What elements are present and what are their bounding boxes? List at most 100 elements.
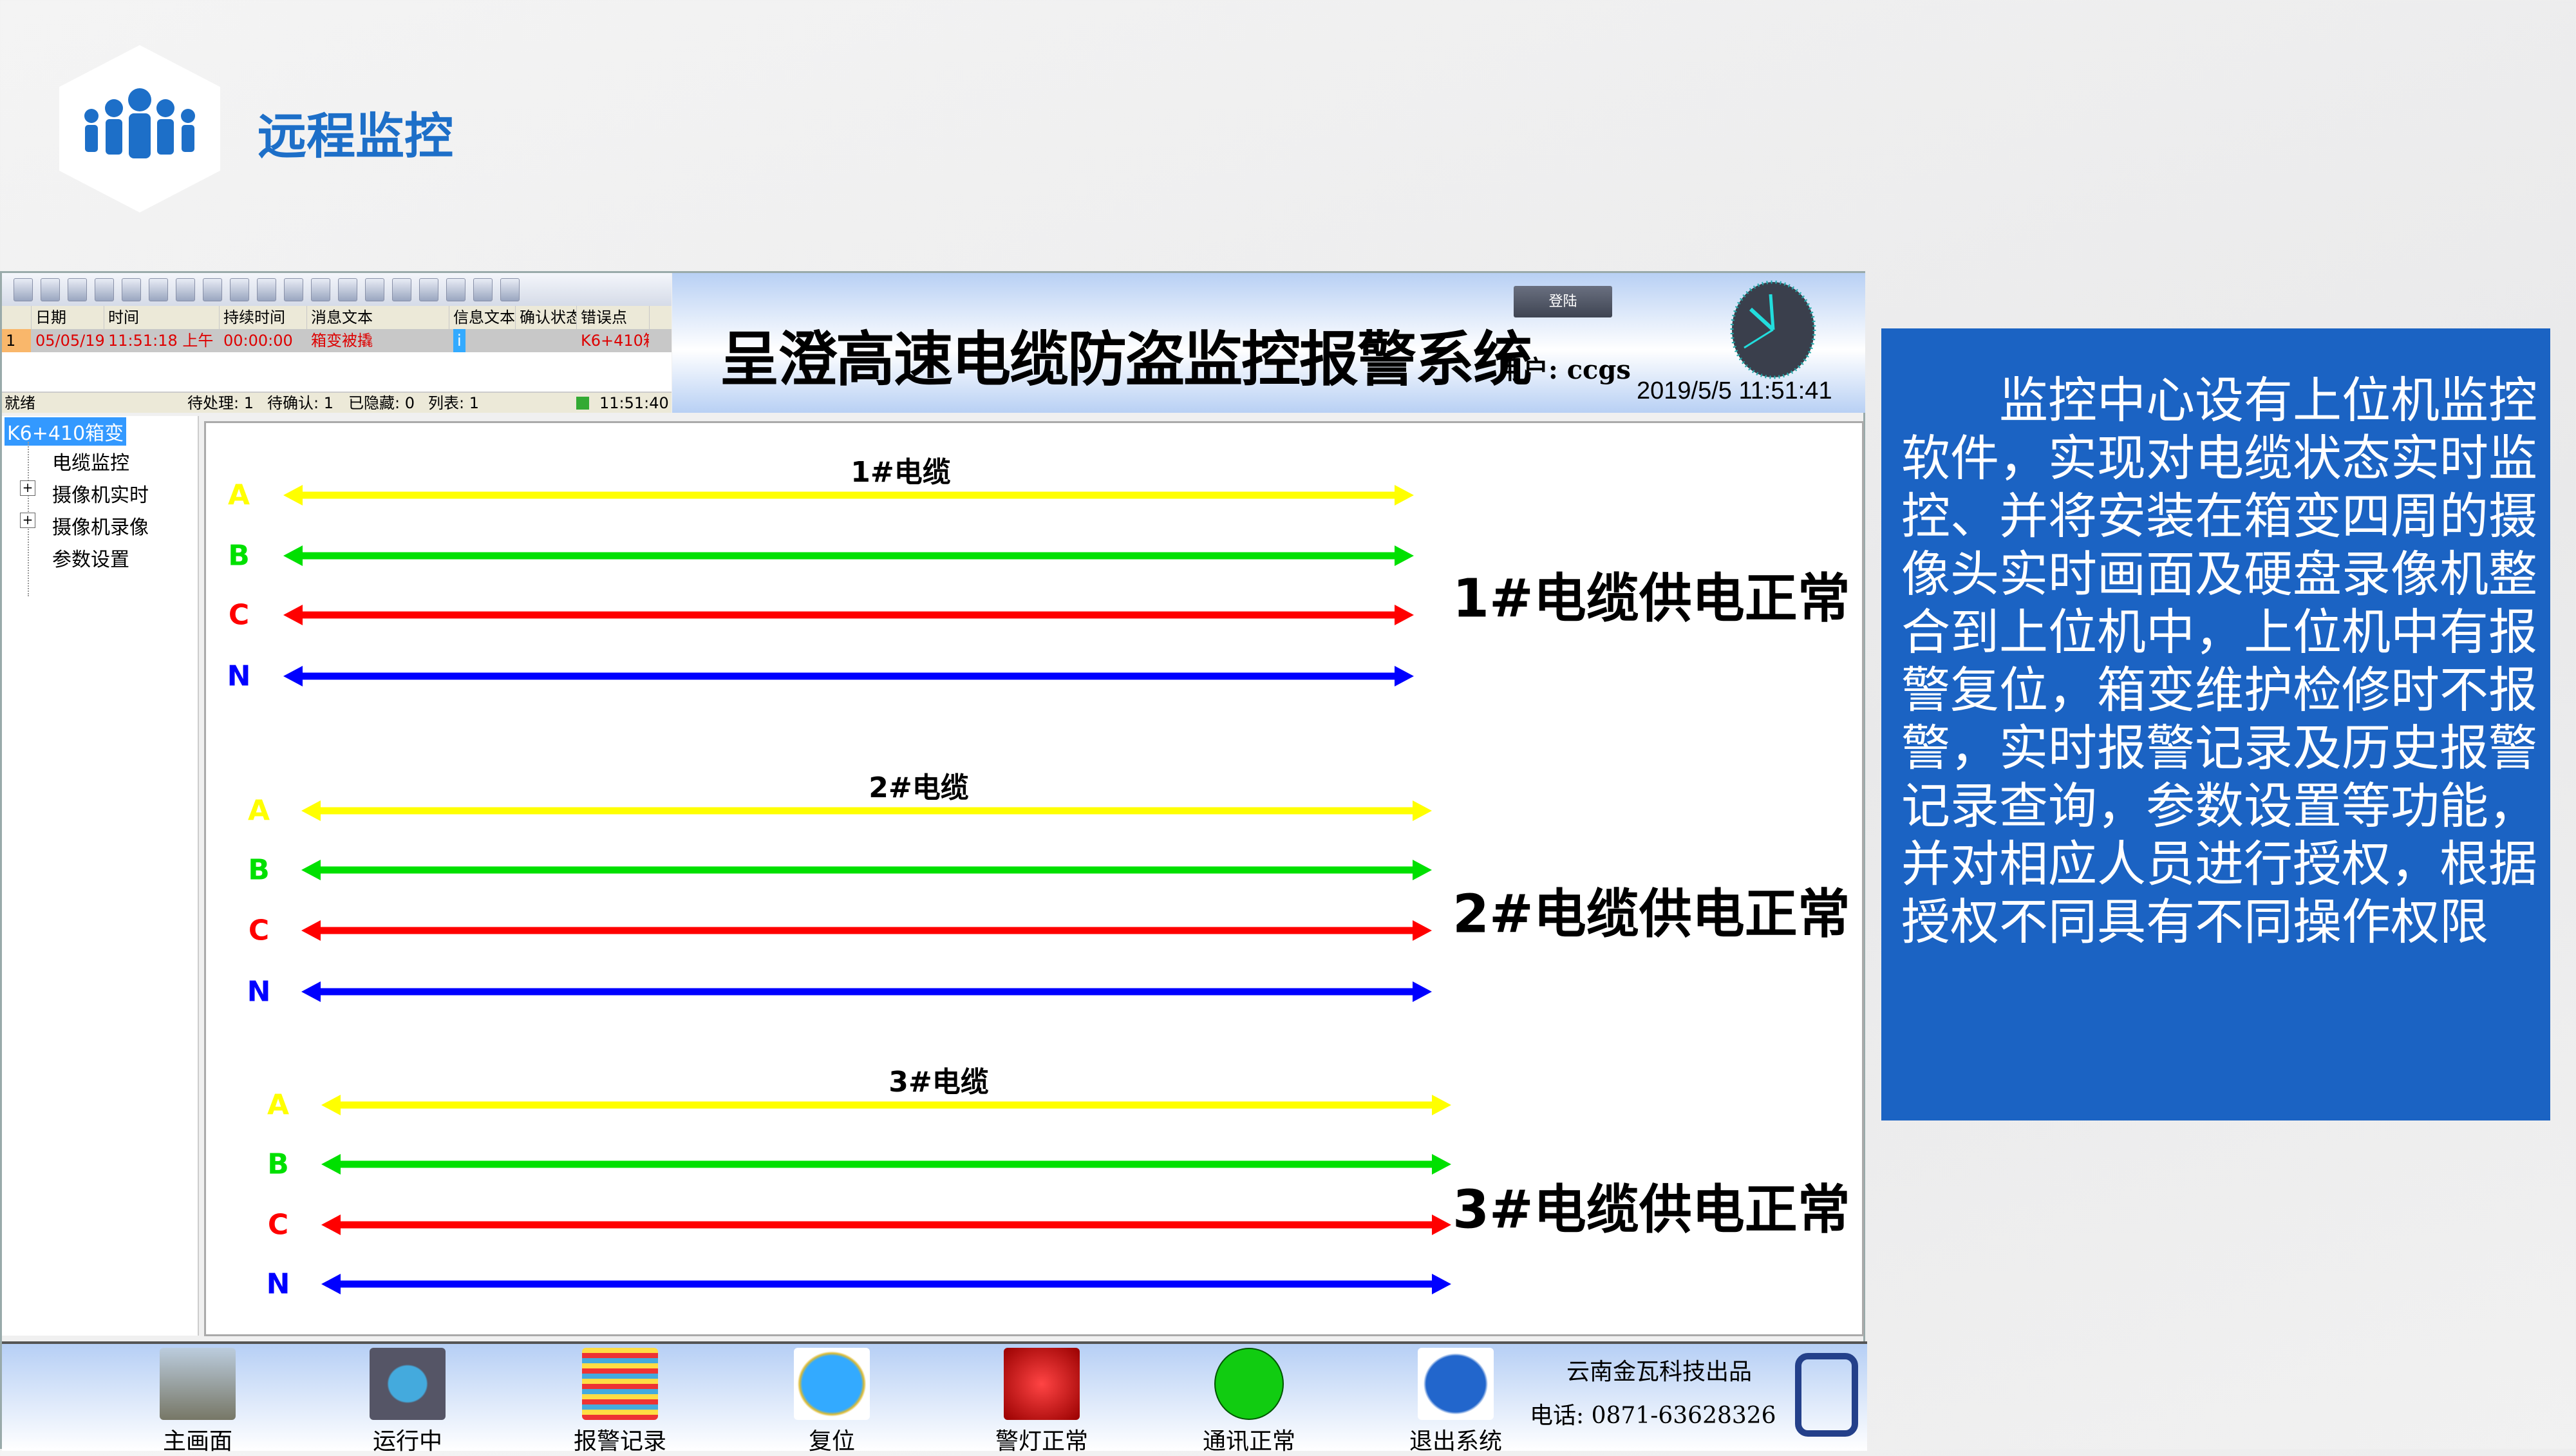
cable-monitor-canvas: 1#电缆 1#电缆供电正常 A B C N 2#电缆 2#电缆供电正常 A B C N 3#电缆 3#电缆…: [204, 421, 1864, 1336]
siren-icon[interactable]: [1004, 1348, 1080, 1420]
bottom-button-label[interactable]: 警灯正常: [995, 1423, 1088, 1456]
refresh-icon[interactable]: [14, 278, 33, 301]
next-page-icon[interactable]: [338, 278, 357, 301]
cable-label: 2#电缆: [869, 771, 969, 804]
gear-icon[interactable]: [370, 1348, 446, 1420]
bottom-button-label[interactable]: 报警记录: [574, 1423, 666, 1456]
tree-item-camera-record[interactable]: 摄像机录像: [52, 511, 149, 540]
column-header[interactable]: 确认状态: [516, 306, 577, 329]
phase-label: B: [228, 539, 250, 572]
comm-status-icon[interactable]: [1214, 1348, 1284, 1420]
table-header: 日期 时间 持续时间 消息文本 信息文本 确认状态 错误点: [2, 306, 672, 329]
phase-label: A: [227, 478, 250, 512]
tree-root[interactable]: K6+410箱变: [5, 417, 127, 446]
status-pending: 待处理: 1: [187, 394, 254, 412]
bottom-button-label[interactable]: 退出系统: [1409, 1423, 1502, 1456]
bottom-button-label[interactable]: 运行中: [373, 1423, 442, 1456]
phase-label: N: [247, 975, 271, 1008]
last-icon[interactable]: [365, 278, 384, 301]
bottom-button-label[interactable]: 复位: [809, 1423, 855, 1456]
prev-page-icon[interactable]: [311, 278, 330, 301]
bottom-button-label[interactable]: 通讯正常: [1203, 1423, 1295, 1456]
column-header[interactable]: 信息文本: [449, 306, 516, 329]
lock-list-icon[interactable]: [41, 278, 60, 301]
status-bar: 就绪 待处理: 1 待确认: 1 已隐藏: 0 列表: 1 11:51:40: [2, 392, 672, 413]
table-cell: 05/05/19: [32, 329, 104, 352]
system-title: 呈澄高速电缆防盗监控报警系统: [720, 325, 1532, 394]
phase-label: C: [228, 598, 250, 632]
phase-label: C: [267, 1208, 289, 1242]
description-line: 授权不同具有不同操作权限: [1901, 893, 2488, 950]
phase-arrow-B: [321, 1154, 1451, 1175]
highway-icon[interactable]: [160, 1348, 236, 1420]
clock-icon: [1730, 280, 1816, 379]
alarm-log-icon[interactable]: [582, 1348, 658, 1420]
lock-prev-icon[interactable]: [203, 278, 222, 301]
clock-icon[interactable]: [500, 278, 520, 301]
phase-arrow-B: [283, 545, 1414, 566]
phase-arrow-B: [301, 860, 1432, 880]
tree-item-camera-live[interactable]: 摄像机实时: [52, 479, 149, 507]
exit-icon[interactable]: [1418, 1348, 1494, 1420]
column-header[interactable]: 消息文本: [307, 306, 449, 329]
checklist-icon[interactable]: [122, 278, 141, 301]
phase-label: A: [267, 1088, 290, 1122]
info-icon[interactable]: [392, 278, 411, 301]
phase-arrow-N: [301, 981, 1432, 1002]
alarm-bell-icon[interactable]: [149, 278, 168, 301]
cable-label: 1#电缆: [851, 456, 951, 489]
phase-label: N: [227, 659, 251, 693]
reset-icon[interactable]: [794, 1348, 870, 1420]
description-box: 监控中心设有上位机监控 软件，实现对电缆状态实时监 控、并将安装在箱变四周的摄 像头实…: [1881, 328, 2550, 1120]
phase-label: A: [247, 794, 270, 827]
column-header[interactable]: 时间: [104, 306, 220, 329]
phone-label: 电话: 0871-63628326: [1530, 1403, 1776, 1429]
status-ready: 就绪: [5, 394, 35, 412]
acknowledge-icon[interactable]: [95, 278, 114, 301]
phase-arrow-A: [301, 800, 1432, 821]
column-header[interactable]: 错误点: [577, 306, 650, 329]
column-header[interactable]: 日期: [32, 306, 104, 329]
list-prev-icon[interactable]: [176, 278, 195, 301]
team-icon: [84, 88, 195, 158]
user-label: 用户: ccgs: [1497, 355, 1631, 385]
sort-az-icon[interactable]: [473, 278, 493, 301]
status-unconfirmed: 待确认: 1: [267, 394, 334, 412]
first-icon[interactable]: [284, 278, 303, 301]
table-cell: 1: [2, 329, 32, 352]
bottom-button-label[interactable]: 主画面: [163, 1423, 232, 1456]
tree-item-cable-monitor[interactable]: 电缆监控: [52, 447, 129, 475]
login-button[interactable]: 登陆: [1514, 286, 1612, 317]
logo-hexagon: [59, 45, 220, 213]
status-list: 列表: 1: [428, 394, 479, 412]
status-time: 11:51:40: [599, 394, 669, 412]
phase-arrow-A: [283, 485, 1414, 506]
phase-label: B: [267, 1148, 289, 1181]
table-cell: K6+410箱: [577, 329, 650, 352]
warning-icon[interactable]: [419, 278, 438, 301]
lock-icon[interactable]: [446, 278, 465, 301]
datetime: 2019/5/5 11:51:41: [1637, 377, 1832, 404]
print-icon[interactable]: [230, 278, 249, 301]
company-label: 云南金瓦科技出品: [1566, 1359, 1753, 1385]
table-cell: 11:51:18 上午: [104, 329, 220, 352]
phase-arrow-C: [301, 920, 1432, 941]
nav-tree: K6+410箱变 电缆监控 + 摄像机实时 + 摄像机录像 参数设置: [2, 416, 199, 1336]
expand-icon[interactable]: +: [20, 480, 35, 496]
table-cell: 00:00:00: [220, 329, 307, 352]
cable-status: 2#电缆供电正常: [1453, 884, 1850, 945]
app-header: 呈澄高速电缆防盗监控报警系统 登陆 用户: ccgs 2019/5/5 11:5…: [672, 273, 1865, 413]
cable-status: 3#电缆供电正常: [1453, 1179, 1850, 1241]
bottom-bar: 云南金瓦科技出品 电话: 0871-63628326 主画面 运行中 报警记录 复位 警…: [2, 1341, 1867, 1455]
tree-item-settings[interactable]: 参数设置: [52, 544, 129, 572]
column-header[interactable]: [2, 306, 32, 329]
chart-icon[interactable]: [68, 278, 87, 301]
column-header[interactable]: 持续时间: [220, 306, 307, 329]
alarm-toolbar: [2, 273, 672, 306]
company-logo: [1795, 1353, 1858, 1437]
expand-icon[interactable]: +: [20, 513, 35, 528]
sort-updown-icon[interactable]: [257, 278, 276, 301]
table-row[interactable]: 105/05/1911:51:18 上午00:00:00箱变被撬i K6+410箱: [2, 329, 672, 352]
phase-arrow-C: [321, 1215, 1451, 1235]
network-icon: [576, 397, 589, 410]
